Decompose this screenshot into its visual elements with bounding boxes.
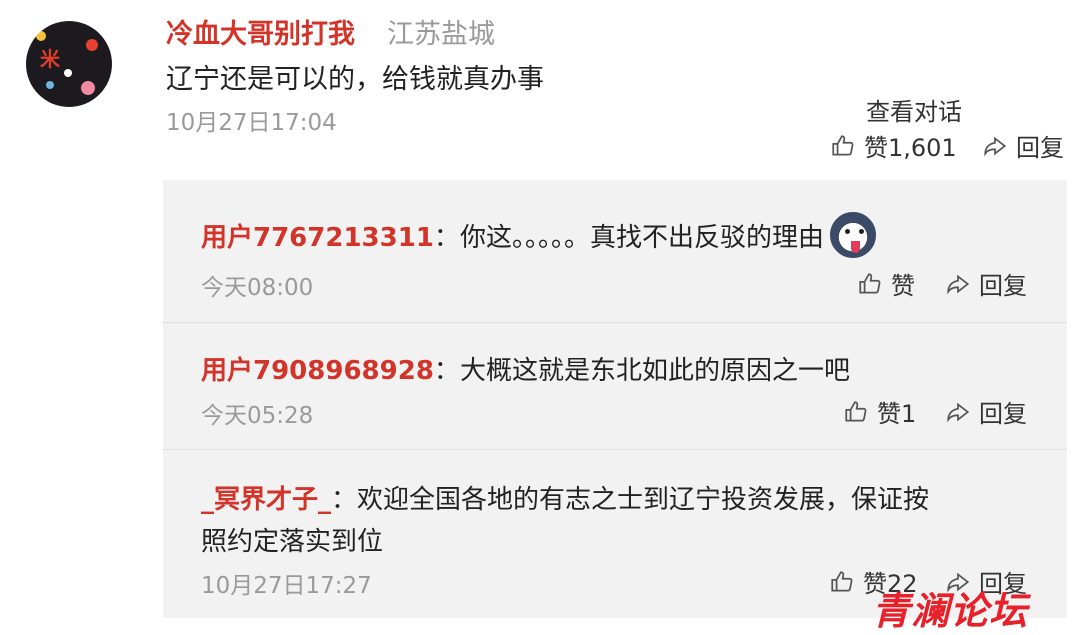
like-count: 赞1,601 bbox=[864, 134, 957, 162]
reply-item: 用户7908968928：大概这就是东北如此的原因之一吧 bbox=[201, 350, 850, 387]
reply-arrow-icon bbox=[984, 136, 1007, 156]
comment-location: 江苏盐城 bbox=[387, 19, 495, 50]
reply-like-button[interactable]: 赞 bbox=[857, 266, 915, 301]
reply-text: 你这。。。。。真找不出反驳的理由 bbox=[459, 222, 824, 253]
reply-button[interactable]: 回复 bbox=[982, 128, 1064, 163]
thumbs-up-icon bbox=[859, 272, 881, 294]
view-conversation-link[interactable]: 查看对话 bbox=[866, 92, 962, 127]
thumbs-up-icon bbox=[832, 134, 854, 156]
site-watermark: 青澜论坛 bbox=[872, 589, 1029, 633]
reply-time: 今天08:00 bbox=[201, 275, 314, 301]
reply-username[interactable]: 用户7908968928 bbox=[201, 356, 434, 386]
comment-text: 辽宁还是可以的，给钱就真办事 bbox=[166, 64, 544, 95]
reply-time: 今天05:28 bbox=[201, 403, 314, 429]
reply-text-line1: 欢迎全国各地的有志之士到辽宁投资发展，保证按 bbox=[357, 485, 930, 515]
reply-username[interactable]: 用户7767213311 bbox=[201, 217, 434, 254]
reply-text-line2: 照约定落实到位 bbox=[201, 527, 384, 557]
reply-colon: ： bbox=[331, 485, 358, 515]
reply-item: 用户7767213311 ： 你这。。。。。真找不出反驳的理由 bbox=[201, 212, 876, 258]
thumbs-up-icon bbox=[831, 570, 853, 592]
comment-username[interactable]: 冷血大哥别打我 bbox=[166, 12, 355, 51]
reply-divider bbox=[163, 322, 1067, 323]
comment-time: 10月27日17:04 bbox=[166, 110, 337, 136]
reply-like-button[interactable]: 赞1 bbox=[843, 394, 916, 429]
like-count: 赞 bbox=[891, 272, 915, 300]
reply-reply-button[interactable]: 回复 bbox=[945, 266, 1027, 301]
reply-colon: ： bbox=[433, 222, 460, 253]
like-count: 赞1 bbox=[877, 400, 917, 428]
reply-arrow-icon bbox=[947, 402, 970, 422]
reply-reply-button[interactable]: 回复 bbox=[945, 394, 1027, 429]
reply-item: _冥界才子_：欢迎全国各地的有志之士到辽宁投资发展，保证按 bbox=[201, 479, 929, 516]
reply-time: 10月27日17:27 bbox=[201, 573, 372, 599]
husky-emoji-icon bbox=[829, 212, 876, 258]
reply-label: 回复 bbox=[979, 272, 1027, 300]
like-button[interactable]: 赞1,601 bbox=[830, 128, 957, 163]
reply-divider bbox=[163, 449, 1067, 450]
reply-colon: ： bbox=[433, 356, 460, 386]
avatar-logo-text: 米 bbox=[40, 47, 60, 71]
reply-label: 回复 bbox=[1016, 134, 1064, 162]
reply-username[interactable]: _冥界才子_ bbox=[201, 485, 331, 515]
reply-label: 回复 bbox=[979, 400, 1027, 428]
avatar[interactable]: 米 bbox=[26, 21, 112, 107]
reply-text: 大概这就是东北如此的原因之一吧 bbox=[459, 356, 850, 386]
reply-arrow-icon bbox=[947, 274, 970, 294]
thumbs-up-icon bbox=[845, 400, 867, 422]
